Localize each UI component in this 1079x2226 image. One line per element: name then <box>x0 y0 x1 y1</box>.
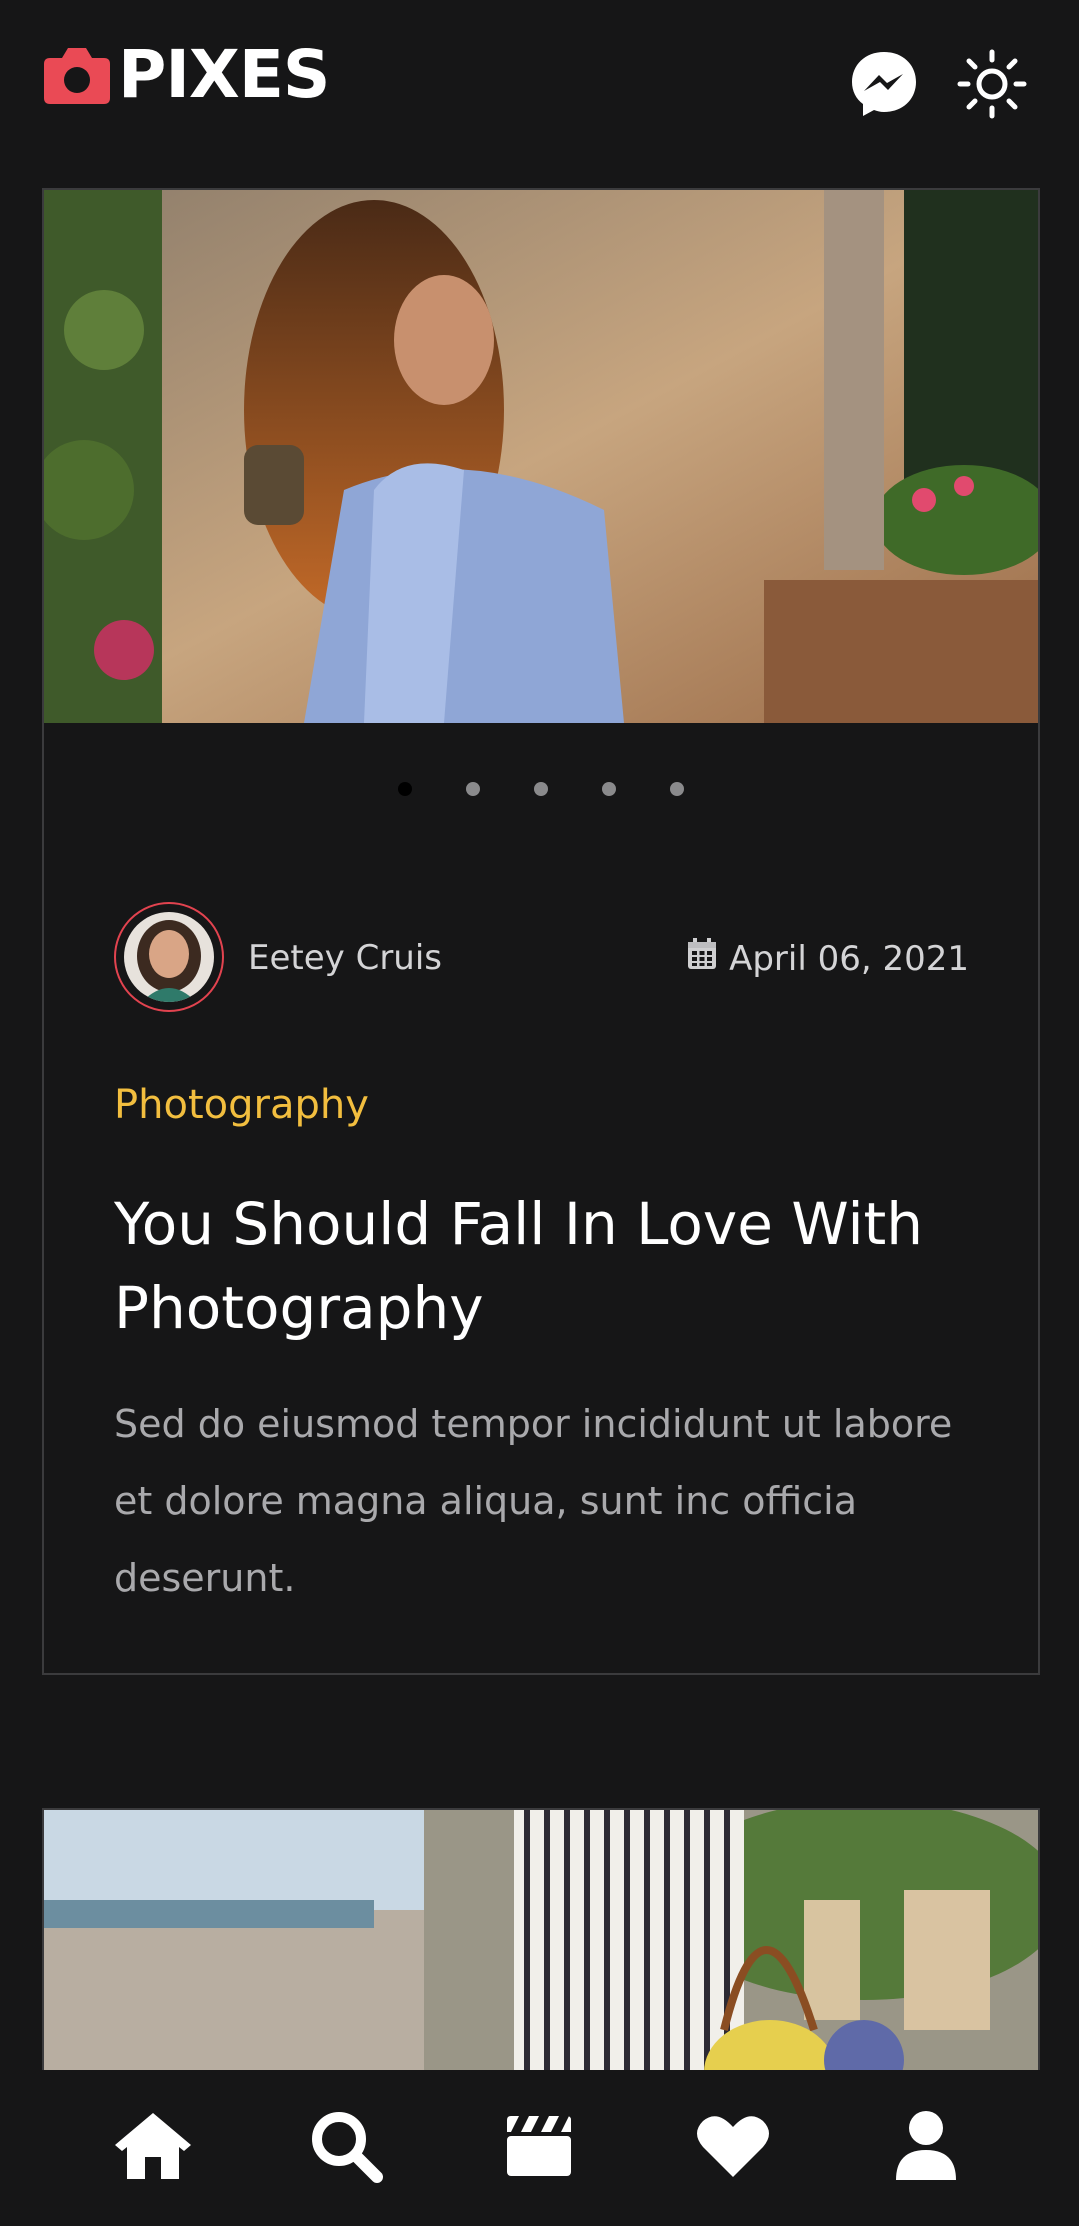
calendar-icon <box>687 938 717 979</box>
search-icon <box>309 2109 384 2187</box>
nav-home[interactable] <box>105 2100 201 2196</box>
carousel-dot[interactable] <box>670 782 684 796</box>
nav-favorites[interactable] <box>685 2100 781 2196</box>
theme-toggle-button[interactable] <box>956 49 1028 123</box>
post-date: April 06, 2021 <box>687 938 969 979</box>
author-avatar[interactable] <box>114 902 224 1012</box>
carousel-dot[interactable] <box>466 782 480 796</box>
carousel-dot[interactable] <box>602 782 616 796</box>
post-meta: Eetey Cruis April 06, 2021 <box>114 902 969 1014</box>
carousel-dot[interactable] <box>398 782 412 796</box>
nav-profile[interactable] <box>878 2100 974 2196</box>
post-card[interactable] <box>42 1808 1040 2108</box>
carousel-indicators <box>44 782 1038 796</box>
sun-icon <box>957 49 1027 123</box>
heart-icon <box>695 2113 771 2183</box>
author-name[interactable]: Eetey Cruis <box>248 938 442 978</box>
nav-search[interactable] <box>298 2100 394 2196</box>
post-hero-image <box>44 190 1038 723</box>
post-title[interactable]: You Should Fall In Love With Photography <box>114 1182 994 1350</box>
post-image-carousel[interactable] <box>44 190 1038 723</box>
camera-icon <box>42 44 112 106</box>
carousel-dot[interactable] <box>534 782 548 796</box>
post-card[interactable]: Eetey Cruis April 06, 2021 Photography Y… <box>42 188 1040 1675</box>
post-hero-image <box>44 1810 1038 2106</box>
app-screen: PIXES Eetey Cruis April 06, 2021 Photogr… <box>0 0 1079 2226</box>
messenger-icon <box>850 50 918 122</box>
home-icon <box>113 2111 193 2185</box>
top-header: PIXES <box>0 0 1079 160</box>
messenger-button[interactable] <box>848 50 920 122</box>
post-category[interactable]: Photography <box>114 1082 369 1128</box>
clapperboard-icon <box>503 2114 575 2182</box>
bottom-navigation <box>0 2070 1079 2226</box>
nav-videos[interactable] <box>491 2100 587 2196</box>
post-date-text: April 06, 2021 <box>729 938 969 979</box>
post-excerpt: Sed do eiusmod tempor incididunt ut labo… <box>114 1402 953 1600</box>
user-icon <box>894 2110 958 2186</box>
brand-logo[interactable]: PIXES <box>42 36 330 113</box>
brand-name: PIXES <box>118 36 330 113</box>
